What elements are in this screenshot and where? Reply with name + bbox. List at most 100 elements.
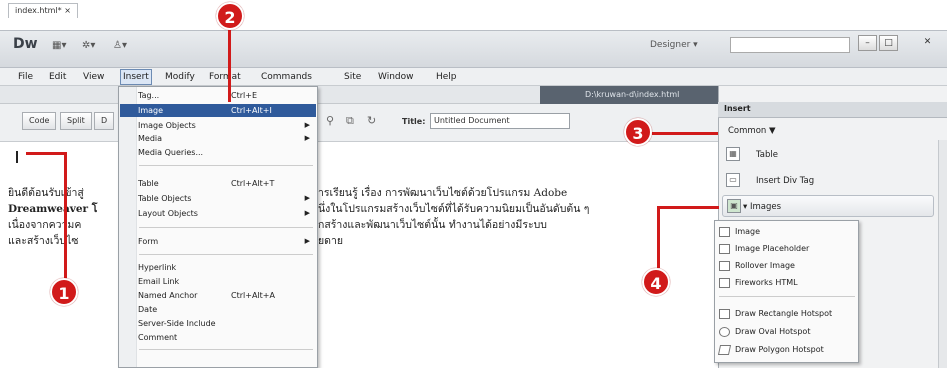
flyout-rect-hotspot[interactable]: Draw Rectangle Hotspot <box>719 307 832 321</box>
menu-edit[interactable]: Edit <box>47 72 68 82</box>
workspace-switcher[interactable]: Designer ▾ <box>650 40 698 50</box>
submenu-arrow-icon: ▶ <box>304 121 310 129</box>
flyout-image-placeholder[interactable]: Image Placeholder <box>719 242 809 256</box>
panel-scrollbar[interactable] <box>938 140 947 368</box>
menu-item-comment[interactable]: Comment <box>120 331 316 344</box>
menu-separator <box>139 165 313 166</box>
menu-item-label: Date <box>138 305 158 314</box>
flyout-label: Draw Polygon Hotspot <box>735 345 824 354</box>
menu-item-date[interactable]: Date <box>120 303 316 316</box>
menu-modify[interactable]: Modify <box>163 72 197 82</box>
callout-badge-3: 3 <box>624 118 652 146</box>
validate-icon[interactable]: ⚲ <box>326 114 334 127</box>
browser-icon[interactable]: ⧉ <box>346 114 354 128</box>
workspace-label: Designer <box>650 40 691 50</box>
panel-item-label: Table <box>756 150 778 160</box>
submenu-arrow-icon: ▶ <box>304 237 310 245</box>
callout-2-line <box>228 30 231 102</box>
menu-item-hyperlink[interactable]: Hyperlink <box>120 261 316 274</box>
rectangle-hotspot-icon <box>719 309 730 319</box>
menu-item-label: Named Anchor <box>138 291 198 300</box>
document-path: D:\kruwan-d\index.html <box>585 90 680 99</box>
menu-item-label: Table Objects <box>138 194 192 203</box>
menu-item-table[interactable]: Table Ctrl+Alt+T <box>120 177 316 190</box>
callout-badge-4: 4 <box>642 268 670 296</box>
title-input[interactable]: Untitled Document <box>430 113 570 129</box>
minimize-button[interactable]: – <box>858 35 877 51</box>
callout-badge-1: 1 <box>50 278 78 306</box>
document-tab[interactable]: index.html* × <box>8 3 78 18</box>
insert-panel-tab[interactable]: Insert <box>724 104 751 113</box>
design-view-button[interactable]: D <box>94 112 115 130</box>
callout-3-arrow <box>652 132 718 135</box>
menu-insert[interactable]: Insert <box>120 69 152 85</box>
help-search-input[interactable] <box>730 37 850 53</box>
menu-format[interactable]: Format <box>207 72 243 82</box>
menu-file[interactable]: File <box>16 72 35 82</box>
menu-item-server-side-include[interactable]: Server-Side Include <box>120 317 316 330</box>
panel-item-images[interactable]: ▣ ▾ Images <box>722 195 934 217</box>
menu-item-image[interactable]: Image Ctrl+Alt+I <box>120 104 316 117</box>
code-view-button[interactable]: Code <box>22 112 57 130</box>
flyout-label: Draw Rectangle Hotspot <box>735 309 833 318</box>
callout-4-arrow <box>657 206 719 209</box>
menu-item-shortcut: Ctrl+Alt+I <box>231 106 272 115</box>
menu-item-media[interactable]: Media ▶ <box>120 132 316 145</box>
menu-item-image-objects[interactable]: Image Objects ▶ <box>120 119 316 132</box>
design-view[interactable] <box>0 142 718 368</box>
menu-item-label: Layout Objects <box>138 209 198 218</box>
menu-item-shortcut: Ctrl+Alt+A <box>231 291 275 300</box>
layout-icon[interactable]: ▦▾ <box>52 40 66 51</box>
menu-item-form[interactable]: Form ▶ <box>120 235 316 248</box>
menu-item-email-link[interactable]: Email Link <box>120 275 316 288</box>
flyout-label: Image Placeholder <box>735 244 810 253</box>
refresh-icon[interactable]: ↻ <box>367 114 376 127</box>
menu-item-table-objects[interactable]: Table Objects ▶ <box>120 192 316 205</box>
paragraph-right-4: ยดาย <box>318 235 344 247</box>
gear-icon[interactable]: ✲▾ <box>82 40 95 51</box>
div-tag-icon: ▭ <box>726 173 740 187</box>
paragraph-right-2: นึ่งในโปรแกรมสร้างเว็บไซต์ที่ได้รับความน… <box>318 203 590 215</box>
menu-view[interactable]: View <box>81 72 106 82</box>
image-placeholder-icon <box>719 244 730 254</box>
fireworks-icon <box>719 278 730 288</box>
menu-site[interactable]: Site <box>342 72 363 82</box>
panel-item-table[interactable]: ▦ Table <box>722 144 934 166</box>
flyout-image[interactable]: Image <box>719 225 760 239</box>
menu-item-media-queries[interactable]: Media Queries... <box>120 146 316 159</box>
menu-item-layout-objects[interactable]: Layout Objects ▶ <box>120 207 316 220</box>
flyout-polygon-hotspot[interactable]: Draw Polygon Hotspot <box>717 343 824 357</box>
menu-item-label: Tag... <box>138 91 160 100</box>
rollover-image-icon <box>719 261 730 271</box>
flyout-oval-hotspot[interactable]: Draw Oval Hotspot <box>719 325 810 339</box>
polygon-hotspot-icon <box>717 345 732 355</box>
menu-help[interactable]: Help <box>434 72 459 82</box>
menu-window[interactable]: Window <box>376 72 416 82</box>
menu-item-named-anchor[interactable]: Named Anchor Ctrl+Alt+A <box>120 289 316 302</box>
close-tab-icon[interactable]: × <box>64 6 71 15</box>
menu-item-label: Comment <box>138 333 178 342</box>
close-button[interactable]: ✕ <box>918 35 937 51</box>
image-icon: ▣ <box>727 199 741 213</box>
split-view-button[interactable]: Split <box>60 112 92 130</box>
category-dropdown[interactable]: Common ▼ <box>728 126 776 136</box>
document-tab-label: index.html* <box>15 6 62 15</box>
site-icon[interactable]: ♙▾ <box>113 40 127 51</box>
submenu-arrow-icon: ▶ <box>304 194 310 202</box>
flyout-rollover-image[interactable]: Rollover Image <box>719 259 795 273</box>
category-label: Common <box>728 126 767 136</box>
paragraph-line-3: เนื่องจากความค <box>8 219 82 231</box>
maximize-button[interactable]: □ <box>879 35 898 51</box>
menu-separator <box>139 227 313 228</box>
menu-item-shortcut: Ctrl+Alt+T <box>231 179 275 188</box>
panel-item-div-tag[interactable]: ▭ Insert Div Tag <box>722 170 934 192</box>
callout-badge-2: 2 <box>216 2 244 30</box>
menu-item-tag[interactable]: Tag... Ctrl+E <box>120 89 316 102</box>
title-label: Title: <box>402 117 426 126</box>
menu-item-label: Image Objects <box>138 121 196 130</box>
callout-1-arrow <box>26 152 67 155</box>
flyout-fireworks-html[interactable]: Fireworks HTML <box>719 276 798 290</box>
menu-commands[interactable]: Commands <box>259 72 314 82</box>
insert-dropdown-menu: Tag... Ctrl+E Image Ctrl+Alt+I Image Objec… <box>118 86 318 368</box>
menu-item-label: Table <box>138 179 159 188</box>
